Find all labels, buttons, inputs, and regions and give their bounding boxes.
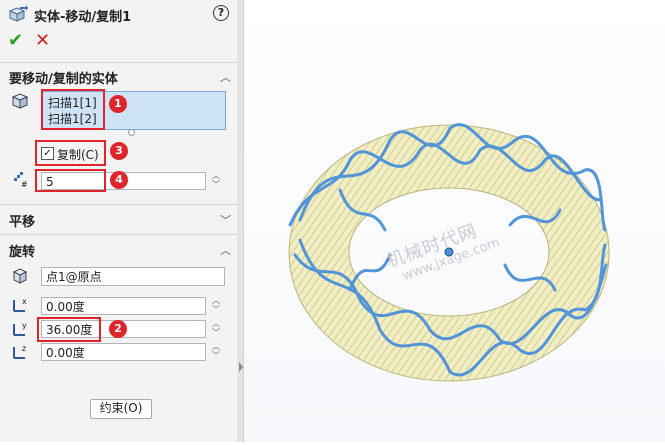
translate-section: 平移 ﹀ [0,204,237,235]
help-icon[interactable]: ? [213,5,229,21]
constraints-button[interactable]: 约束(O) [90,399,152,419]
collapse-arrow-icon[interactable] [239,362,243,372]
ok-button[interactable]: ✔ [8,30,23,51]
y-rotation-icon: y [13,321,27,336]
copy-count-icon: # [14,172,28,189]
property-manager-panel: 实体-移动/复制1 ? ✔ ✕ 要移动/复制的实体 ︿ 扫描1[1] 扫描1[2… [0,0,238,442]
translate-section-title[interactable]: 平移 [9,211,35,230]
y-angle-spinner[interactable]: ︿ ﹀ [211,319,221,339]
panel-title: 实体-移动/复制1 [34,10,132,25]
svg-text:#: # [21,180,28,189]
svg-text:y: y [22,321,27,330]
move-copy-body-icon [8,5,28,22]
point-origin-icon [12,268,28,284]
panel-header: 实体-移动/复制1 ? [0,0,237,28]
x-angle-spinner[interactable]: ︿ ﹀ [211,296,221,316]
annotation-badge-4: 4 [110,171,128,189]
svg-text:z: z [22,344,26,353]
z-angle-input[interactable]: 0.00度 [41,343,206,361]
panel-splitter[interactable] [237,0,244,442]
copy-count-spinner[interactable]: ︿ ﹀ [211,171,221,191]
graphics-viewport[interactable]: 机械时代网 www.jxage.com [244,0,665,442]
z-rotation-icon: z [13,344,26,359]
resize-handle[interactable] [128,129,135,136]
chevron-up-icon[interactable]: ︿ [220,242,231,258]
x-rotation-icon: x [13,297,27,312]
rotate-section-title[interactable]: 旋转 [9,241,35,260]
solid-body-icon [11,93,29,109]
cancel-button[interactable]: ✕ [35,30,50,51]
z-angle-spinner[interactable]: ︿ ﹀ [211,342,221,362]
annotation-badge-3: 3 [110,142,128,160]
highlight-box-2 [37,317,101,342]
torus-model [288,123,610,382]
rotation-point-input[interactable]: 点1@原点 [41,267,225,286]
chevron-down-icon[interactable]: ﹀ [220,212,231,228]
annotation-badge-2: 2 [109,320,127,338]
x-angle-input[interactable]: 0.00度 [41,297,206,315]
chevron-up-icon[interactable]: ︿ [220,69,231,85]
svg-text:x: x [22,297,27,306]
annotation-badge-1: 1 [109,95,127,113]
highlight-box-4 [35,169,106,192]
highlight-box-1 [41,89,105,130]
highlight-box-3 [35,140,106,166]
bodies-section-title[interactable]: 要移动/复制的实体 [9,68,118,87]
